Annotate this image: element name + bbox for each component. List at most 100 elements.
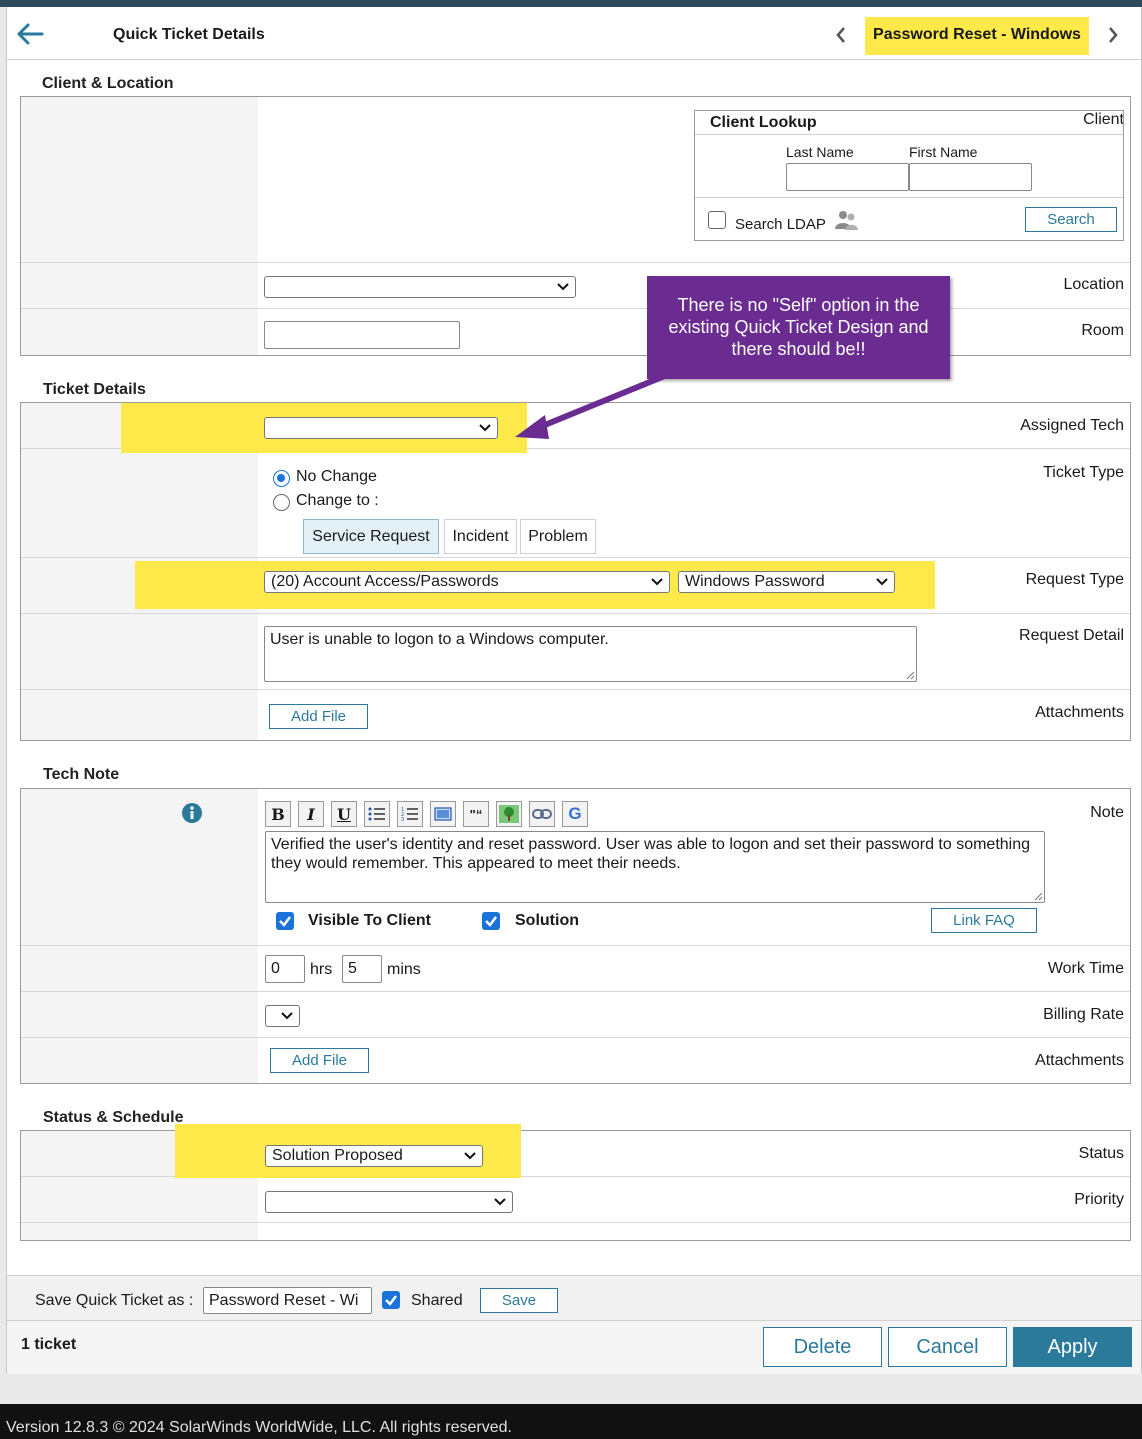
status-value: Solution Proposed — [272, 1147, 403, 1164]
resize-grip-icon[interactable] — [906, 671, 915, 680]
assigned-tech-label: Assigned Tech — [1020, 417, 1124, 434]
work-time-label: Work Time — [1047, 960, 1124, 977]
no-change-label: No Change — [296, 468, 377, 485]
search-ldap-checkbox[interactable] — [708, 211, 726, 229]
attachments-row: Attachments Add File — [21, 690, 1130, 740]
quick-ticket-panel: Quick Ticket Details Password Reset - Wi… — [6, 7, 1142, 1374]
delete-button[interactable]: Delete — [763, 1327, 882, 1367]
priority-select[interactable] — [265, 1191, 513, 1213]
location-row: Location — [21, 263, 1130, 309]
chevron-left-icon[interactable] — [833, 25, 849, 45]
visible-to-client-checkbox[interactable] — [276, 912, 294, 930]
request-type-label: Request Type — [1025, 571, 1124, 588]
ticket-type-label: Ticket Type — [1043, 464, 1124, 481]
service-request-button[interactable]: Service Request — [303, 519, 439, 554]
billing-rate-select[interactable] — [265, 1005, 300, 1027]
quote-icon[interactable]: "“ — [463, 801, 489, 827]
request-subtype-select[interactable]: Windows Password — [678, 571, 895, 593]
location-select[interactable] — [264, 276, 576, 298]
ticket-details-title: Ticket Details — [43, 381, 146, 398]
editor-toolbar: B I U 123 "“ G — [265, 801, 605, 827]
incident-button[interactable]: Incident — [444, 519, 517, 554]
note-label: Note — [1090, 804, 1124, 821]
assigned-tech-select[interactable] — [264, 417, 498, 439]
google-icon[interactable]: G — [562, 801, 588, 827]
bullet-list-icon[interactable] — [364, 801, 390, 827]
users-icon[interactable] — [834, 209, 860, 231]
work-time-row: Work Time 0 hrs 5 mins — [21, 946, 1130, 992]
checkmark-icon — [385, 1295, 397, 1306]
priority-label: Priority — [1074, 1191, 1124, 1208]
search-ldap-label: Search LDAP — [735, 216, 826, 233]
request-subtype-value: Windows Password — [685, 573, 825, 590]
checkmark-icon — [279, 916, 291, 927]
hrs-label: hrs — [310, 961, 333, 978]
save-as-label: Save Quick Ticket as : — [35, 1292, 194, 1309]
shared-checkbox[interactable] — [382, 1291, 400, 1309]
link-faq-button[interactable]: Link FAQ — [931, 908, 1037, 933]
underline-icon[interactable]: U — [331, 801, 357, 827]
add-file-button[interactable]: Add File — [270, 1048, 369, 1073]
add-file-button[interactable]: Add File — [269, 704, 368, 729]
request-detail-row: Request Detail User is unable to logon t… — [21, 614, 1130, 690]
visible-to-client-label: Visible To Client — [308, 912, 431, 929]
bold-icon[interactable]: B — [265, 801, 291, 827]
note-textarea[interactable]: Verified the user's identity and reset p… — [265, 831, 1045, 903]
request-detail-label: Request Detail — [1019, 627, 1124, 644]
change-to-label: Change to : — [296, 492, 379, 509]
bottom-action-bar: 1 ticket Delete Cancel Apply — [7, 1321, 1141, 1374]
tech-attachments-row: Attachments Add File — [21, 1038, 1130, 1083]
tech-note-box: Note B I U 123 "“ G Verified the user's … — [20, 788, 1131, 1084]
ticket-type-row: Ticket Type No Change Change to : Servic… — [21, 449, 1130, 558]
chevron-right-icon[interactable] — [1105, 25, 1121, 45]
link-icon[interactable] — [529, 801, 555, 827]
minutes-input[interactable]: 5 — [342, 955, 382, 983]
first-name-input[interactable] — [909, 163, 1032, 191]
attachments-label: Attachments — [1035, 704, 1124, 721]
italic-icon[interactable]: I — [298, 801, 324, 827]
quick-ticket-name-input[interactable]: Password Reset - Wi — [203, 1287, 372, 1314]
quick-ticket-name: Password Reset - Windows — [865, 17, 1089, 55]
attachments-label: Attachments — [1035, 1052, 1124, 1069]
resize-grip-icon[interactable] — [1034, 892, 1043, 901]
last-name-input[interactable] — [786, 163, 909, 191]
chevron-down-icon — [876, 578, 888, 586]
client-location-box: Client Client Lookup Last Name First Nam… — [20, 96, 1131, 356]
annotation-callout: There is no "Self" option in the existin… — [647, 276, 950, 379]
ticket-details-box: Assigned Tech Ticket Type No Change Chan… — [20, 402, 1131, 741]
room-input[interactable] — [264, 321, 460, 349]
lookup-divider — [695, 197, 1123, 198]
save-quick-ticket-bar: Save Quick Ticket as : Password Reset - … — [7, 1275, 1141, 1321]
billing-rate-label: Billing Rate — [1043, 1006, 1124, 1023]
chevron-down-icon — [479, 424, 491, 432]
no-change-radio[interactable] — [273, 470, 290, 487]
solution-checkbox[interactable] — [482, 912, 500, 930]
status-label: Status — [1078, 1145, 1124, 1162]
chevron-down-icon — [494, 1198, 506, 1206]
numbered-list-icon[interactable]: 123 — [397, 801, 423, 827]
change-to-radio[interactable] — [273, 494, 290, 511]
last-name-label: Last Name — [786, 144, 854, 160]
problem-button[interactable]: Problem — [520, 519, 596, 554]
save-button[interactable]: Save — [480, 1288, 558, 1313]
info-icon[interactable] — [181, 802, 203, 824]
back-arrow-icon[interactable] — [15, 21, 45, 47]
search-button[interactable]: Search — [1025, 207, 1117, 232]
client-location-title: Client & Location — [42, 75, 174, 92]
chevron-down-icon — [651, 578, 663, 586]
tree-image-icon[interactable] — [496, 801, 522, 827]
tech-note-title: Tech Note — [43, 766, 120, 783]
cancel-button[interactable]: Cancel — [888, 1327, 1007, 1367]
first-name-label: First Name — [909, 144, 978, 160]
apply-button[interactable]: Apply — [1013, 1327, 1132, 1367]
hours-input[interactable]: 0 — [265, 955, 305, 983]
page-title: Quick Ticket Details — [113, 26, 265, 43]
client-lookup: Client Lookup Last Name First Name Searc… — [694, 110, 1124, 241]
request-type-value: (20) Account Access/Passwords — [271, 573, 499, 590]
request-detail-textarea[interactable]: User is unable to logon to a Windows com… — [264, 626, 917, 682]
image-icon[interactable] — [430, 801, 456, 827]
request-type-select[interactable]: (20) Account Access/Passwords — [264, 571, 670, 593]
chevron-down-icon — [464, 1152, 476, 1160]
status-select[interactable]: Solution Proposed — [265, 1145, 483, 1167]
svg-text:3: 3 — [401, 817, 404, 822]
